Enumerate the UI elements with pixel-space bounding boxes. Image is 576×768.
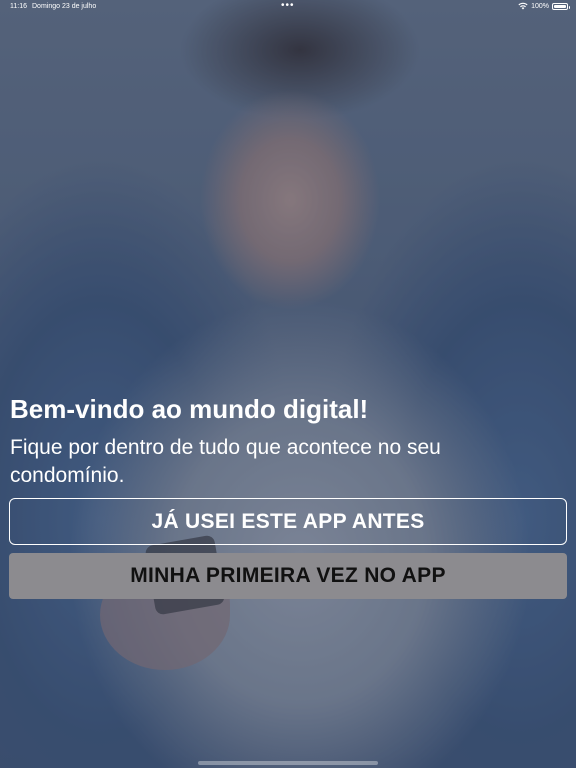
existing-user-button[interactable]: JÁ USEI ESTE APP ANTES (9, 498, 567, 545)
home-indicator[interactable] (198, 761, 378, 765)
wifi-icon (518, 2, 528, 10)
status-date: Domingo 23 de julho (32, 3, 97, 10)
multitask-dots[interactable]: ••• (281, 0, 295, 11)
background-overlay (0, 0, 576, 768)
first-time-button[interactable]: MINHA PRIMEIRA VEZ NO APP (9, 553, 567, 599)
battery-percent: 100% (531, 2, 549, 10)
status-right: 100% (518, 2, 570, 10)
battery-icon (552, 2, 570, 10)
status-bar: 11:16 Domingo 23 de julho ••• 100% (0, 0, 576, 14)
welcome-title: Bem-vindo ao mundo digital! (10, 394, 369, 424)
status-time: 11:16 (10, 3, 27, 10)
battery-fill (554, 4, 566, 8)
welcome-subtitle: Fique por dentro de tudo que acontece no… (10, 436, 441, 487)
